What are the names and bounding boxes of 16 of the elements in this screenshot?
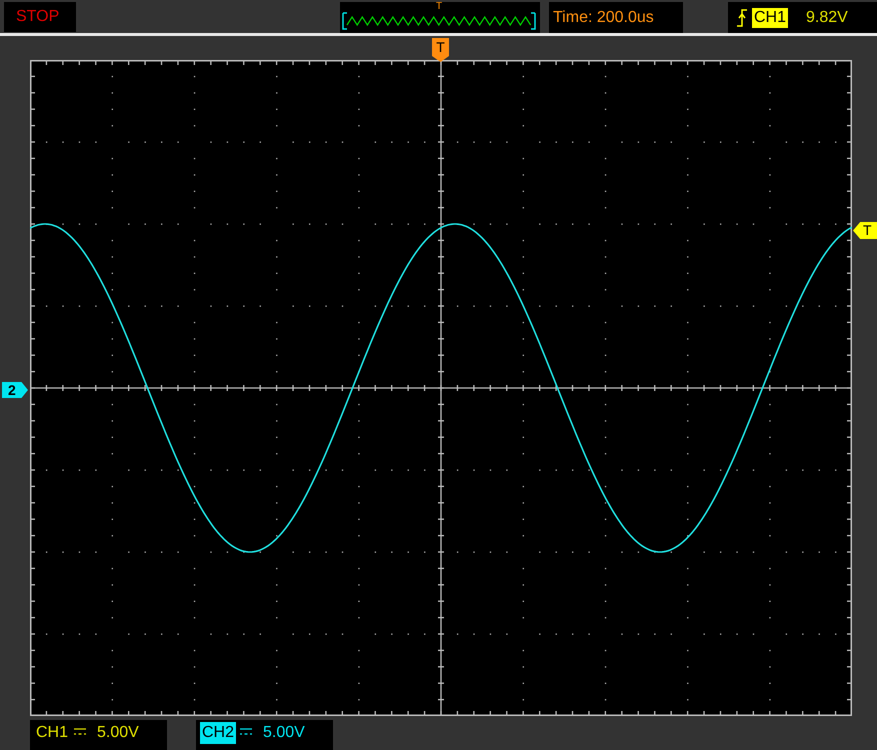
channel-label: CH1	[35, 723, 70, 743]
timebase-label: Time: 200.0us	[549, 2, 683, 33]
trigger-marker: T	[436, 2, 442, 12]
trigger-position-marker: T	[432, 38, 449, 62]
dc-coupling-icon	[239, 728, 254, 736]
rising-edge-icon	[736, 8, 748, 26]
waveform-thumbnail-icon	[342, 12, 536, 30]
status-label: STOP	[4, 2, 76, 32]
trigger-level: 9.82V	[806, 8, 848, 28]
channel-label: CH2	[200, 722, 236, 744]
channel-scale: 5.00V	[97, 723, 139, 743]
trigger-level-marker: T	[853, 222, 877, 239]
dc-coupling-icon	[73, 728, 88, 736]
trigger-channel: CH1	[752, 8, 788, 28]
channel-scale: 5.00V	[263, 723, 305, 743]
channel-ground-marker: 2	[2, 382, 28, 398]
